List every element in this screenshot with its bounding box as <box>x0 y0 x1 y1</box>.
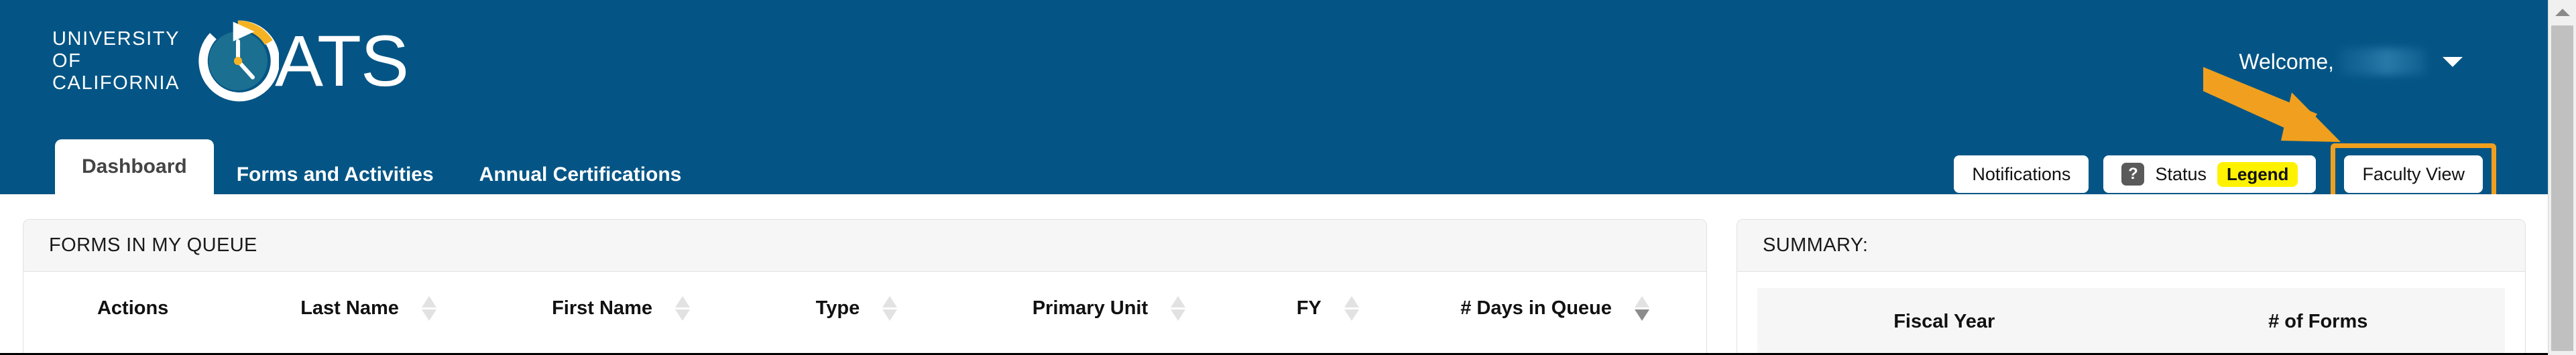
welcome-label: Welcome, <box>2239 50 2334 74</box>
uc-line-1: UNIVERSITY <box>52 27 180 50</box>
scrollbar-thumb[interactable] <box>2551 25 2573 351</box>
chevron-down-icon[interactable] <box>2443 56 2463 67</box>
summary-header-row: Fiscal Year # of Forms <box>1757 288 2505 353</box>
sort-icon-type[interactable] <box>882 296 898 321</box>
faculty-view-button-label: Faculty View <box>2362 164 2465 184</box>
uc-line-3: CALIFORNIA <box>52 72 180 94</box>
forms-in-my-queue-title: FORMS IN MY QUEUE <box>49 234 257 256</box>
question-mark-icon: ? <box>2121 163 2145 186</box>
site-header: UNIVERSITY OF CALIFORNIA ATS Welcome, Da… <box>0 0 2549 205</box>
summary-body: Fiscal Year # of Forms <box>1737 288 2525 353</box>
column-header-actions-label: Actions <box>97 297 169 319</box>
column-header-type-label: Type <box>815 297 860 319</box>
summary-header: SUMMARY: <box>1737 220 2525 272</box>
column-header-fiscal-year: Fiscal Year <box>1757 288 2131 353</box>
site-logo[interactable]: UNIVERSITY OF CALIFORNIA ATS <box>52 20 409 102</box>
column-header-primary-unit[interactable]: Primary Unit <box>966 272 1252 340</box>
tab-annual-certifications[interactable]: Annual Certifications <box>457 155 705 194</box>
summary-panel: SUMMARY: Fiscal Year # of Forms <box>1737 219 2526 354</box>
tab-dashboard[interactable]: Dashboard <box>55 139 214 194</box>
page-body: FORMS IN MY QUEUE Actions Last Name Firs… <box>0 194 2549 355</box>
forms-in-my-queue-body: Actions Last Name First Name Type Primar… <box>23 272 1706 340</box>
column-header-fiscal-year-label: Fiscal Year <box>1893 311 1995 332</box>
sort-icon-fy[interactable] <box>1344 296 1359 321</box>
browser-scrollbar[interactable] <box>2548 0 2576 355</box>
faculty-view-button[interactable]: Faculty View <box>2344 155 2483 193</box>
tab-dashboard-label: Dashboard <box>82 155 187 178</box>
sort-icon-last-name[interactable] <box>421 296 436 321</box>
legend-badge: Legend <box>2217 161 2298 187</box>
column-header-first-name-label: First Name <box>552 297 652 319</box>
oats-clock-icon <box>198 20 280 102</box>
column-header-primary-unit-label: Primary Unit <box>1032 297 1149 319</box>
username-redacted <box>2338 48 2426 75</box>
sort-icon-days-in-queue[interactable] <box>1634 296 1649 321</box>
dashboard-panels: FORMS IN MY QUEUE Actions Last Name Firs… <box>23 219 2526 354</box>
app-window: UNIVERSITY OF CALIFORNIA ATS Welcome, Da… <box>0 0 2576 355</box>
university-of-california-wordmark: UNIVERSITY OF CALIFORNIA <box>52 28 180 94</box>
sort-icon-first-name[interactable] <box>675 296 690 321</box>
column-header-actions: Actions <box>23 272 242 340</box>
column-header-days-in-queue-label: # Days in Queue <box>1460 297 1612 319</box>
forms-in-my-queue-table: Actions Last Name First Name Type Primar… <box>23 272 1706 340</box>
column-header-fy-label: FY <box>1296 297 1322 319</box>
sort-icon-primary-unit[interactable] <box>1171 296 1186 321</box>
scroll-up-arrow-icon[interactable] <box>2549 0 2576 24</box>
oats-wordmark: ATS <box>275 20 409 101</box>
notifications-button[interactable]: Notifications <box>1954 155 2089 193</box>
oats-logo: ATS <box>197 20 409 102</box>
forms-in-my-queue-header: FORMS IN MY QUEUE <box>23 220 1706 272</box>
forms-in-my-queue-panel: FORMS IN MY QUEUE Actions Last Name Firs… <box>23 219 1707 354</box>
column-header-number-of-forms-label: # of Forms <box>2268 311 2368 332</box>
column-header-number-of-forms: # of Forms <box>2131 288 2505 353</box>
column-header-type[interactable]: Type <box>747 272 965 340</box>
column-header-first-name[interactable]: First Name <box>495 272 748 340</box>
column-header-last-name[interactable]: Last Name <box>242 272 495 340</box>
account-menu[interactable]: Welcome, <box>2239 48 2463 75</box>
tab-forms-and-activities[interactable]: Forms and Activities <box>214 155 457 194</box>
column-header-last-name-label: Last Name <box>300 297 399 319</box>
table-header-row: Actions Last Name First Name Type Primar… <box>23 272 1706 340</box>
tab-forms-and-activities-label: Forms and Activities <box>236 163 434 186</box>
column-header-days-in-queue[interactable]: # Days in Queue <box>1403 272 1706 340</box>
column-header-fy[interactable]: FY <box>1252 272 1403 340</box>
uc-line-2: OF <box>52 50 82 72</box>
summary-title: SUMMARY: <box>1763 234 1869 256</box>
status-legend-button[interactable]: ? Status Legend <box>2103 155 2317 193</box>
status-label: Status <box>2155 164 2207 184</box>
tab-annual-certifications-label: Annual Certifications <box>479 163 682 186</box>
notifications-button-label: Notifications <box>1972 164 2071 184</box>
summary-table: Fiscal Year # of Forms <box>1757 288 2505 353</box>
